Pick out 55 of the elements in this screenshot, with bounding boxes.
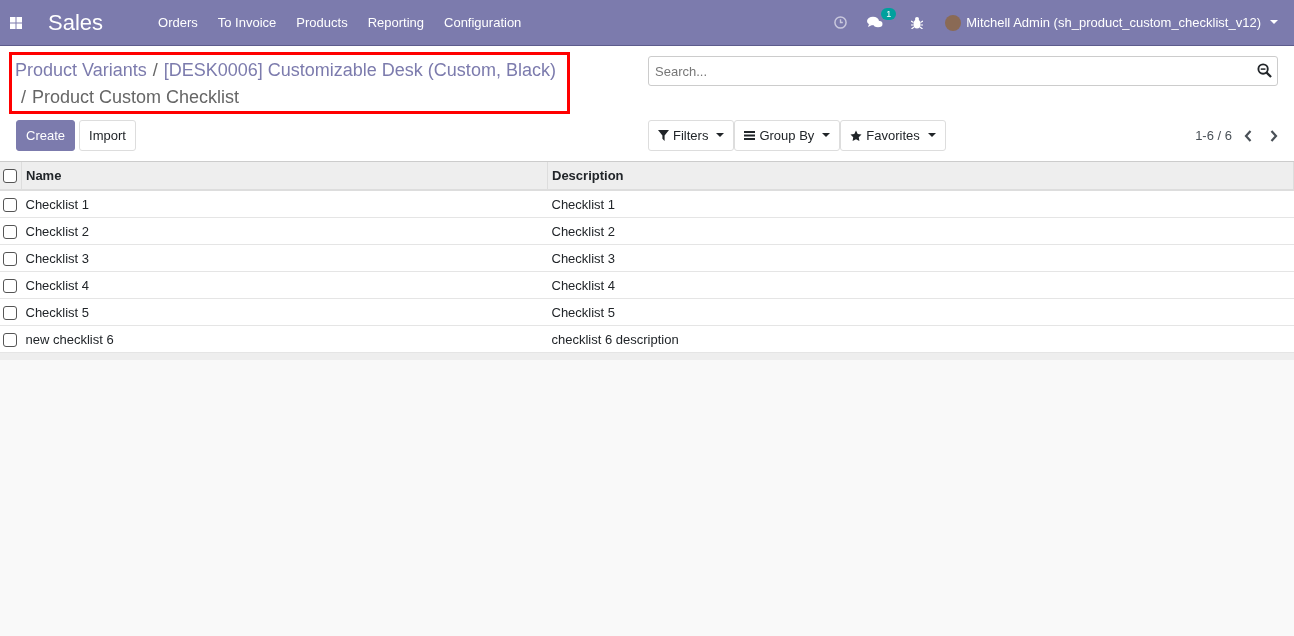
avatar [945,14,962,31]
menu-item[interactable]: Products [286,15,358,30]
menu-item[interactable]: Orders [148,15,208,30]
bug-icon[interactable] [911,16,924,29]
menu-item[interactable]: Reporting [357,15,434,30]
table-cell: new checklist 6 [21,325,548,353]
checkbox[interactable] [3,278,17,293]
breadcrumb-link[interactable]: [DESK0006] Customizable Desk (Custom, Black) [163,57,556,84]
star-icon [850,129,863,142]
table-cell: Checklist 5 [547,298,1294,326]
checkbox[interactable] [3,169,17,184]
checkbox[interactable] [3,251,17,266]
table-cell: Checklist 5 [21,298,548,326]
list-icon [744,131,756,140]
chat-icon[interactable] [867,16,884,29]
create-button[interactable]: Create [16,120,76,151]
dropdown-button[interactable]: Filters [648,120,735,151]
filter-icon [658,130,669,141]
table-cell: Checklist 4 [547,271,1294,299]
pager-value: 1-6 / 6 [1195,128,1232,143]
column-header[interactable]: Description [547,162,1294,190]
user-name[interactable]: Mitchell Admin (sh_product_custom_checklist_v12) [966,15,1261,30]
breadcrumb-separator: / [20,86,27,109]
dropdown-button[interactable]: Group By [734,120,841,151]
search-field[interactable]: Search... [648,56,1278,86]
apps-grid-icon[interactable] [10,16,22,29]
column-header[interactable]: Name [21,162,548,190]
table-cell: Checklist 1 [21,190,548,218]
checkbox[interactable] [3,305,17,320]
dropdown-button[interactable]: Favorites [840,120,946,151]
checkbox[interactable] [3,332,17,347]
menu-item[interactable]: Configuration [434,15,532,30]
app-title: Sales [48,9,104,36]
table-cell: Checklist 2 [21,217,548,245]
checkbox[interactable] [3,197,17,212]
table-cell: Checklist 4 [21,271,548,299]
chevron-left-icon[interactable] [1244,129,1252,142]
breadcrumb-separator: / [151,59,159,82]
chevron-right-icon[interactable] [1270,129,1278,142]
table-cell: Checklist 3 [21,244,548,272]
breadcrumb-link[interactable]: Product Variants [15,57,147,84]
breadcrumb-current: Product Custom Checklist [32,86,240,109]
table-cell: checklist 6 description [547,325,1294,353]
import-button[interactable]: Import [79,120,136,151]
notification-badge: 1 [881,8,897,20]
table-cell: Checklist 2 [547,217,1294,245]
table-cell: Checklist 3 [547,244,1294,272]
caret-icon [716,133,725,138]
caret-icon [927,133,936,138]
menu-item[interactable]: To Invoice [207,15,287,30]
caret-icon [822,133,831,138]
table-cell: Checklist 1 [547,190,1294,218]
checkbox[interactable] [3,224,17,239]
caret-icon [1270,20,1278,25]
search-icon[interactable] [1257,63,1272,78]
